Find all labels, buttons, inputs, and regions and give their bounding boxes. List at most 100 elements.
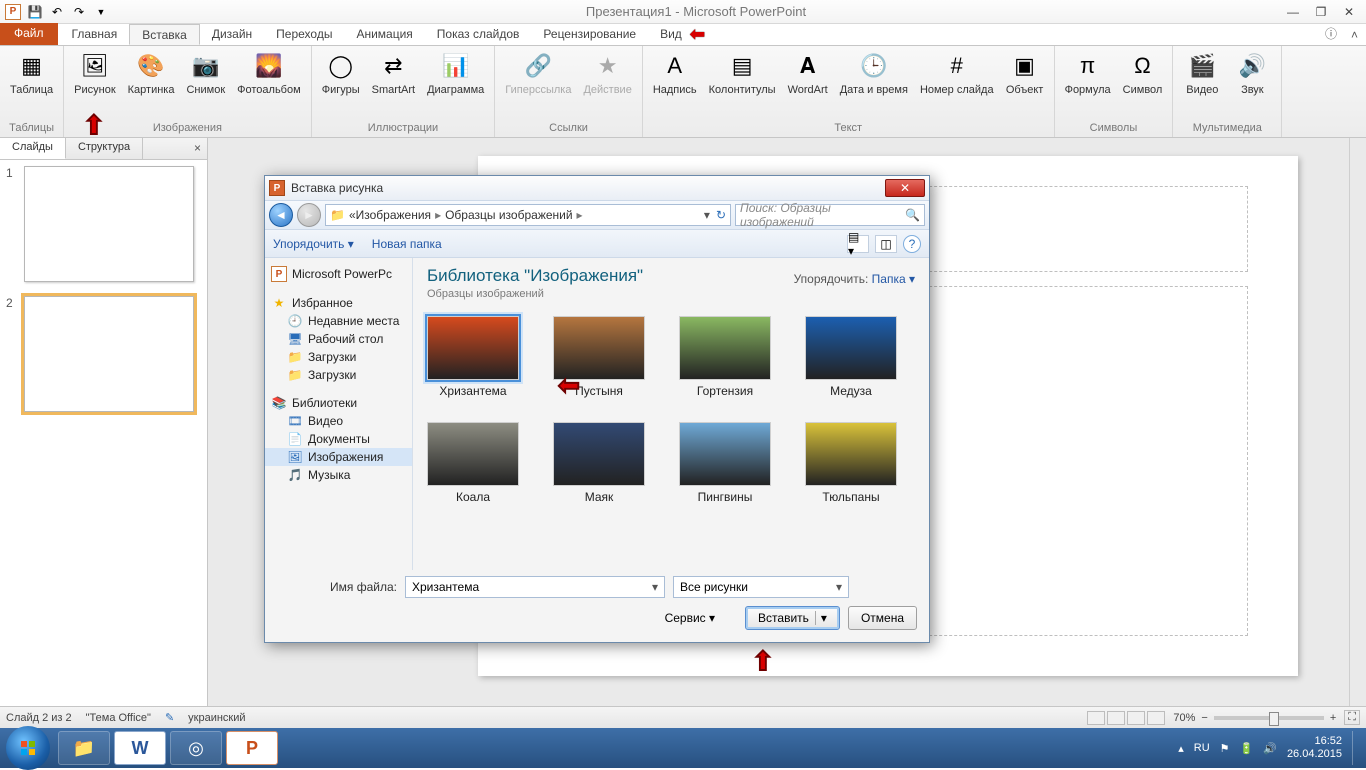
file-Пингвины[interactable]: Пингвины: [679, 422, 771, 504]
cancel-button[interactable]: Отмена: [848, 606, 917, 630]
filename-input[interactable]: Хризантема ▾: [405, 576, 665, 598]
ribbon-Диаграмма[interactable]: 📊Диаграмма: [423, 48, 488, 120]
tray-arrow-icon[interactable]: ▴: [1178, 742, 1184, 755]
volume-tray-icon[interactable]: 🔊: [1263, 742, 1277, 755]
clock[interactable]: 16:52 26.04.2015: [1287, 735, 1342, 761]
ribbon-Надпись[interactable]: AНадпись: [649, 48, 701, 120]
view-mode-button[interactable]: ▤ ▾: [847, 235, 869, 253]
powerpoint-taskbar-button[interactable]: P: [226, 731, 278, 765]
file-list[interactable]: Библиотека "Изображения" Образцы изображ…: [413, 258, 929, 570]
tree-node-Загрузки[interactable]: 📁Загрузки: [265, 348, 412, 366]
sorter-view-button[interactable]: [1107, 711, 1125, 725]
slide-thumbnail[interactable]: 2: [6, 296, 201, 412]
help-icon[interactable]: ⓘ: [1319, 22, 1343, 45]
file-tab[interactable]: Файл: [0, 23, 58, 45]
ribbon-Колонтитулы[interactable]: ▤Колонтитулы: [705, 48, 780, 120]
save-icon[interactable]: 💾: [26, 3, 44, 21]
file-Пустыня[interactable]: Пустыня: [553, 316, 645, 398]
zoom-out-button[interactable]: −: [1201, 712, 1207, 724]
normal-view-button[interactable]: [1087, 711, 1105, 725]
tree-node-Microsoft PowerPc[interactable]: PMicrosoft PowerPc: [265, 264, 412, 284]
slide-thumbnail[interactable]: 1: [6, 166, 201, 282]
ribbon-tab-Анимация[interactable]: Анимация: [344, 24, 424, 45]
close-panel-icon[interactable]: ×: [188, 138, 207, 159]
ribbon-tab-Вставка[interactable]: Вставка: [129, 24, 200, 45]
slides-tab[interactable]: Слайды: [0, 138, 66, 159]
show-desktop-button[interactable]: [1352, 731, 1360, 765]
tree-node-Библиотеки[interactable]: 📚Библиотеки: [265, 394, 412, 412]
tree-node-Изображения[interactable]: 🖼Изображения: [265, 448, 412, 466]
vertical-scrollbar[interactable]: [1349, 138, 1366, 706]
ribbon-Фигуры[interactable]: ◯Фигуры: [318, 48, 364, 120]
tree-node-Недавние места[interactable]: 🕘Недавние места: [265, 312, 412, 330]
close-button[interactable]: ✕: [1338, 4, 1360, 20]
ribbon-Картинка[interactable]: 🎨Картинка: [124, 48, 179, 120]
chrome-taskbar-button[interactable]: ◎: [170, 731, 222, 765]
battery-tray-icon[interactable]: 🔋: [1240, 742, 1254, 755]
ribbon-tab-Показ слайдов[interactable]: Показ слайдов: [425, 24, 532, 45]
fit-to-window-button[interactable]: ⛶: [1344, 710, 1360, 725]
qat-dropdown-icon[interactable]: ▼: [92, 3, 110, 21]
forward-button[interactable]: ►: [297, 203, 321, 227]
zoom-slider[interactable]: [1214, 716, 1324, 720]
explorer-taskbar-button[interactable]: 📁: [58, 731, 110, 765]
zoom-level[interactable]: 70%: [1173, 712, 1195, 724]
restore-button[interactable]: ❐: [1310, 4, 1332, 20]
spellcheck-icon[interactable]: ✎: [165, 711, 174, 724]
tools-menu[interactable]: Сервис ▾: [665, 611, 715, 625]
tree-node-Избранное[interactable]: ★Избранное: [265, 294, 412, 312]
language-indicator[interactable]: украинский: [188, 712, 245, 724]
ribbon-Рисунок[interactable]: 🖼Рисунок: [70, 48, 120, 120]
ribbon-Таблица[interactable]: ▦Таблица: [6, 48, 57, 120]
refresh-icon[interactable]: ↻: [716, 208, 726, 222]
file-Коала[interactable]: Коала: [427, 422, 519, 504]
tree-node-Видео[interactable]: 🎞Видео: [265, 412, 412, 430]
ribbon-tab-Рецензирование[interactable]: Рецензирование: [531, 24, 648, 45]
reading-view-button[interactable]: [1127, 711, 1145, 725]
tree-node-Загрузки[interactable]: 📁Загрузки: [265, 366, 412, 384]
organize-menu[interactable]: Упорядочить ▾: [273, 237, 354, 251]
slideshow-view-button[interactable]: [1147, 711, 1165, 725]
word-taskbar-button[interactable]: W: [114, 731, 166, 765]
start-button[interactable]: [6, 726, 50, 770]
tree-node-Музыка[interactable]: 🎵Музыка: [265, 466, 412, 484]
outline-tab[interactable]: Структура: [66, 138, 143, 159]
ribbon-tab-Главная[interactable]: Главная: [60, 24, 130, 45]
ribbon-Формула[interactable]: πФормула: [1061, 48, 1115, 120]
zoom-in-button[interactable]: +: [1330, 712, 1336, 724]
file-Медуза[interactable]: Медуза: [805, 316, 897, 398]
tree-node-Документы[interactable]: 📄Документы: [265, 430, 412, 448]
back-button[interactable]: ◄: [269, 203, 293, 227]
file-Гортензия[interactable]: Гортензия: [679, 316, 771, 398]
help-button[interactable]: ?: [903, 235, 921, 253]
file-Маяк[interactable]: Маяк: [553, 422, 645, 504]
ribbon-Снимок[interactable]: 📷Снимок: [182, 48, 229, 120]
file-Тюльпаны[interactable]: Тюльпаны: [805, 422, 897, 504]
new-folder-button[interactable]: Новая папка: [372, 237, 442, 251]
collapse-ribbon-icon[interactable]: ˄: [1343, 25, 1366, 45]
ribbon-Символ[interactable]: ΩСимвол: [1119, 48, 1167, 120]
ribbon-tab-Вид[interactable]: Вид: [648, 24, 694, 45]
ribbon-tab-Переходы[interactable]: Переходы: [264, 24, 344, 45]
breadcrumb[interactable]: 📁 « Изображения ▸ Образцы изображений ▸ …: [325, 204, 731, 226]
folder-tree[interactable]: PMicrosoft PowerPc ★Избранное🕘Недавние ме…: [265, 258, 413, 570]
redo-icon[interactable]: ↷: [70, 3, 88, 21]
ribbon-Фотоальбом[interactable]: 🌄Фотоальбом: [233, 48, 305, 120]
keyboard-language[interactable]: RU: [1194, 742, 1210, 754]
ribbon-tab-Дизайн[interactable]: Дизайн: [200, 24, 264, 45]
insert-button[interactable]: Вставить▾: [745, 606, 840, 630]
arrange-by[interactable]: Упорядочить: Папка ▾: [794, 272, 915, 286]
ribbon-SmartArt[interactable]: ⇄SmartArt: [368, 48, 419, 120]
minimize-button[interactable]: ―: [1282, 4, 1304, 20]
ribbon-Видео[interactable]: 🎬Видео: [1179, 48, 1225, 120]
file-Хризантема[interactable]: Хризантема: [427, 316, 519, 398]
preview-pane-button[interactable]: ◫: [875, 235, 897, 253]
ribbon-Дата и время[interactable]: 🕒Дата и время: [836, 48, 912, 120]
dialog-close-button[interactable]: ✕: [885, 179, 925, 197]
ribbon-Звук[interactable]: 🔊Звук: [1229, 48, 1275, 120]
tree-node-Рабочий стол[interactable]: 🖥Рабочий стол: [265, 330, 412, 348]
dialog-titlebar[interactable]: P Вставка рисунка ✕: [265, 176, 929, 200]
ribbon-Объект[interactable]: ▣Объект: [1002, 48, 1048, 120]
search-input[interactable]: Поиск: Образцы изображений 🔍: [735, 204, 925, 226]
ribbon-Номер слайда[interactable]: #Номер слайда: [916, 48, 998, 120]
